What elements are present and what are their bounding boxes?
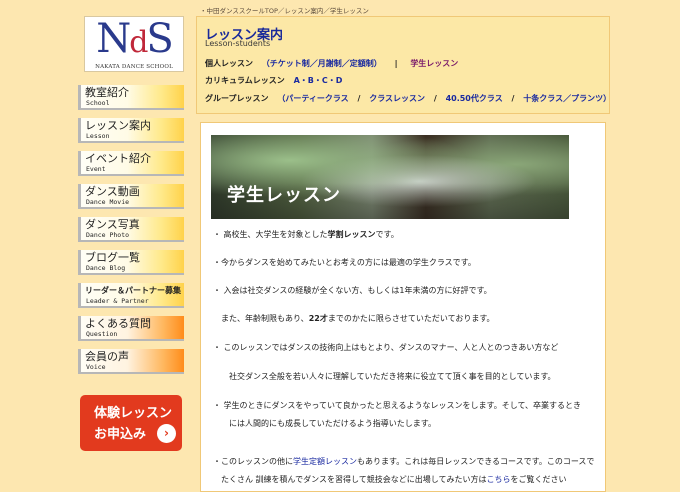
age-40-50-class-link[interactable]: 40.50代クラス [446, 94, 503, 103]
nav-item-school[interactable]: 教室紹介 School [78, 85, 184, 110]
trial-lesson-button[interactable]: 体験レッスン お申込み › [80, 395, 182, 451]
class-lesson-link[interactable]: クラスレッスン [369, 94, 425, 103]
nav-item-dance-blog[interactable]: ブログ一覧 Dance Blog [78, 250, 184, 275]
nav-item-lesson[interactable]: レッスン案内 Lesson [78, 118, 184, 143]
paragraph: 社交ダンス全般を若い人々に理解していただき将来に役立てて頂く事を目的としています… [213, 372, 556, 381]
nav-item-sublabel: Question [86, 330, 118, 338]
arrow-right-icon: › [157, 424, 176, 443]
breadcrumb-current: 学生レッスン [329, 7, 369, 15]
paragraph: には人間的にも成長していただけるよう指導いたします。 [213, 419, 436, 428]
party-class-link[interactable]: （パーティークラス [277, 94, 348, 103]
nav-item-sublabel: Dance Blog [86, 264, 126, 272]
nav-item-label: よくある質問 [85, 317, 151, 330]
student-lesson-banner: 学生レッスン [211, 135, 569, 219]
group-lesson-row: グループレッスン （パーティークラス / クラスレッスン / 40.50代クラス… [205, 94, 612, 103]
private-lesson-link[interactable]: （チケット制／月謝制／定額制） [262, 59, 382, 68]
jujo-class-link[interactable]: 十条クラス／プランツ） [523, 94, 611, 103]
nav-item-sublabel: Lesson [86, 132, 110, 140]
page-subtitle: Lesson-students [205, 39, 271, 48]
nav-item-sublabel: Event [86, 165, 106, 173]
site-logo[interactable]: NdS NAKATA DANCE SCHOOL [84, 16, 184, 72]
nav-item-label: レッスン案内 [85, 119, 151, 132]
breadcrumb-lesson[interactable]: レッスン案内 [284, 7, 323, 15]
paragraph: ・ 高校生、大学生を対象とした学割レッスンです。 [213, 230, 399, 239]
nav-item-label: ダンス動画 [85, 185, 140, 198]
nav-item-label: ブログ一覧 [85, 251, 140, 264]
nav-item-label: 教室紹介 [85, 86, 129, 99]
nav-item-label: 会員の声 [85, 350, 129, 363]
nav-item-event[interactable]: イベント紹介 Event [78, 151, 184, 176]
nav-item-dance-movie[interactable]: ダンス動画 Dance Movie [78, 184, 184, 209]
paragraph: ・ 入会は社交ダンスの経験が全くない方、もしくは1年未満の方に好評です。 [213, 286, 492, 295]
nav-item-dance-photo[interactable]: ダンス写真 Dance Photo [78, 217, 184, 242]
paragraph: また、年齢制限もあり、22才までのかたに限らさせていただいております。 [213, 314, 495, 323]
private-lesson-row: 個人レッスン （チケット制／月謝制／定額制） | 学生レッスン [205, 59, 459, 68]
nav-item-label: ダンス写真 [85, 218, 140, 231]
nav-item-label: リーダー＆パートナー募集 [85, 286, 181, 295]
nav-item-sublabel: School [86, 99, 110, 107]
logo-subtitle: NAKATA DANCE SCHOOL [95, 64, 173, 70]
nav-item-voice[interactable]: 会員の声 Voice [78, 349, 184, 374]
student-lesson-link[interactable]: 学生レッスン [410, 59, 458, 68]
nav-item-sublabel: Dance Photo [86, 231, 130, 239]
trial-lesson-label-1: 体験レッスン [94, 406, 173, 421]
nav-item-question[interactable]: よくある質問 Question [78, 316, 184, 341]
breadcrumb: ・中田ダンススクールTOP／レッスン案内／学生レッスン [200, 7, 369, 15]
curriculum-lesson-link[interactable]: A・B・C・D [294, 76, 343, 85]
breadcrumb-home[interactable]: ・中田ダンススクールTOP [200, 7, 278, 15]
paragraph: たくさん 訓練を積んでダンスを習得して競技会などに出場してみたい方はこちらをご覧… [213, 475, 567, 484]
main-content: 学生レッスン ・ 高校生、大学生を対象とした学割レッスンです。 ・今からダンスを… [200, 122, 606, 492]
paragraph: ・ このレッスンではダンスの技術向上はもとより、ダンスのマナー、人と人とのつきあ… [213, 343, 559, 352]
paragraph: ・ 学生のときにダンスをやっていて良かったと思えるようなレッスンをします。そして… [213, 401, 582, 410]
curriculum-lesson-row: カリキュラムレッスン A・B・C・D [205, 76, 343, 85]
nav-item-sublabel: Leader & Partner [86, 297, 149, 305]
student-flat-lesson-link[interactable]: 学生定額レッスン [293, 457, 357, 466]
paragraph: ・このレッスンの他に学生定額レッスンもあります。これは毎日レッスンできるコースで… [213, 457, 595, 466]
paragraph: ・今からダンスを始めてみたいとお考えの方には最適の学生クラスです。 [213, 258, 476, 267]
nav-item-sublabel: Voice [86, 363, 106, 371]
side-nav: 教室紹介 School レッスン案内 Lesson イベント紹介 Event ダ… [78, 85, 184, 382]
lesson-header: レッスン案内 Lesson-students 個人レッスン （チケット制／月謝制… [196, 16, 612, 114]
nav-item-sublabel: Dance Movie [86, 198, 130, 206]
nav-item-label: イベント紹介 [85, 152, 151, 165]
nav-item-leader-partner[interactable]: リーダー＆パートナー募集 Leader & Partner [78, 283, 184, 308]
logo-mark: NdS [96, 16, 174, 62]
banner-title: 学生レッスン [227, 185, 341, 206]
